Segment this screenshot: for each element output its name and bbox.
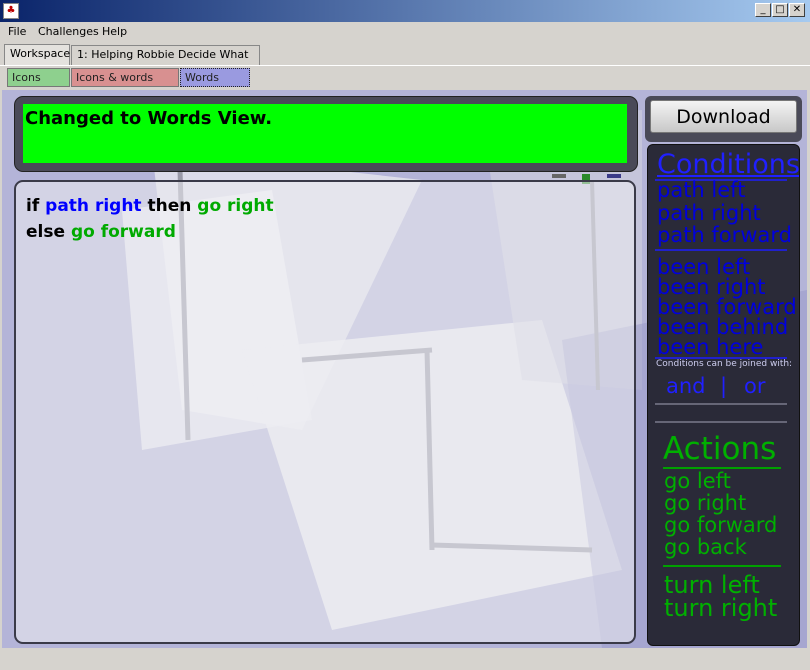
view-tabs: Icons view Icons & words view Words view (0, 66, 810, 101)
keyword-else: else (26, 222, 66, 242)
palette-action-go-back[interactable]: go back (664, 536, 747, 558)
download-button[interactable]: Download (650, 100, 797, 133)
code-line-1: if path right then go right (26, 196, 274, 216)
status-message: Changed to Words View. (23, 104, 627, 163)
workspace-panel: Changed to Words View. if path right the… (2, 90, 807, 648)
divider (663, 565, 781, 567)
palette-condition-path-left[interactable]: path left (657, 179, 745, 201)
actions-heading: Actions (663, 431, 777, 467)
tab-challenge-1[interactable]: 1: Helping Robbie Decide What To Do (71, 45, 260, 79)
window-bottom-edge (0, 648, 810, 670)
menu-challenges[interactable]: Challenges (38, 25, 99, 38)
palette-condition-path-right[interactable]: path right (657, 202, 761, 224)
condition-token[interactable]: path right (45, 196, 141, 216)
divider (655, 249, 787, 251)
join-separator: | (720, 374, 728, 398)
keyword-then: then (147, 196, 192, 216)
tab-words-view[interactable]: Words view (180, 68, 250, 101)
document-tabs: Workspace 1: Helping Robbie Decide What … (0, 42, 810, 79)
palette-action-go-right[interactable]: go right (664, 492, 746, 514)
divider (655, 403, 787, 405)
keyword-if: if (26, 196, 40, 216)
action-token[interactable]: go right (197, 196, 273, 216)
tab-workspace[interactable]: Workspace (4, 44, 70, 66)
message-frame: Changed to Words View. (14, 96, 638, 172)
code-line-2: else go forward (26, 222, 176, 242)
tab-icons-words-view[interactable]: Icons & words view (71, 68, 179, 101)
minimize-button[interactable]: _ (755, 3, 771, 17)
palette-action-go-left[interactable]: go left (664, 470, 731, 492)
maximize-button[interactable]: □ (772, 3, 788, 17)
palette-action-go-forward[interactable]: go forward (664, 514, 777, 536)
palette-join-and[interactable]: and (666, 375, 706, 397)
join-hint: Conditions can be joined with: (656, 359, 793, 369)
close-button[interactable]: ✕ (789, 3, 805, 17)
palette-condition-been-here[interactable]: been here (657, 336, 763, 358)
download-frame: Download (645, 96, 802, 142)
conditions-heading: Conditions (657, 149, 800, 180)
window-title-bar[interactable]: ♣ _ □ ✕ (0, 0, 810, 22)
palette-action-turn-right[interactable]: turn right (664, 596, 777, 620)
palette-condition-path-forward[interactable]: path forward (657, 224, 792, 246)
menu-file[interactable]: File (8, 25, 26, 38)
menu-bar: File Challenges Help (0, 22, 810, 42)
action-token[interactable]: go forward (71, 222, 176, 242)
command-palette: Conditions path left path right path for… (647, 144, 800, 646)
app-icon: ♣ (3, 3, 19, 19)
menu-help[interactable]: Help (102, 25, 127, 38)
palette-join-or[interactable]: or (744, 375, 765, 397)
divider (655, 421, 787, 423)
tab-icons-view[interactable]: Icons view (7, 68, 70, 101)
program-editor[interactable]: if path right then go right else go forw… (14, 180, 636, 644)
